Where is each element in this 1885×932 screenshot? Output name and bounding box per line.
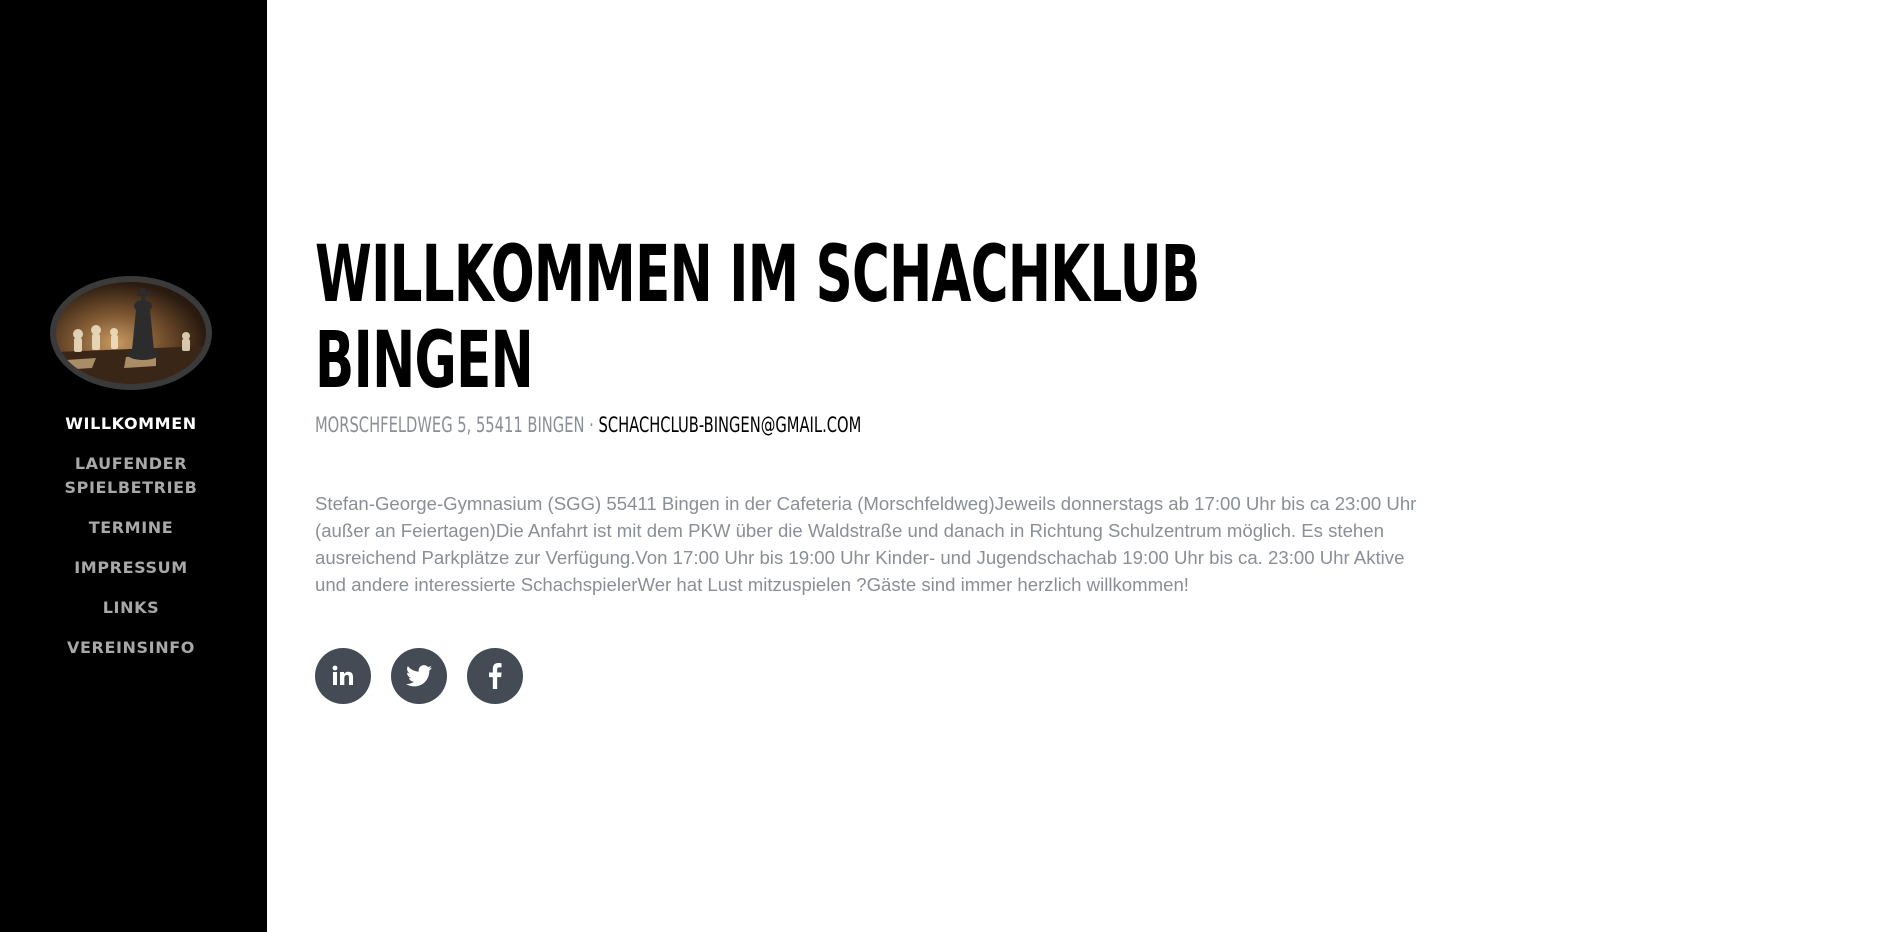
sidebar: WILLKOMMEN LAUFENDER SPIELBETRIEB TERMIN… <box>0 0 267 932</box>
nav-item-termine[interactable]: TERMINE <box>0 516 262 540</box>
linkedin-button[interactable] <box>315 648 371 704</box>
facebook-button[interactable] <box>467 648 523 704</box>
main-content: WILLKOMMEN IM SCHACHKLUB BINGEN MORSCHFE… <box>315 230 1455 704</box>
email-link[interactable]: SCHACHCLUB-BINGEN@GMAIL.COM <box>599 413 862 437</box>
facebook-icon <box>489 663 502 689</box>
twitter-button[interactable] <box>391 648 447 704</box>
nav-item-laufender-spielbetrieb[interactable]: LAUFENDER SPIELBETRIEB <box>0 452 262 500</box>
separator: · <box>584 413 599 437</box>
contact-line: MORSCHFELDWEG 5, 55411 BINGEN · SCHACHCL… <box>315 412 861 438</box>
nav-item-impressum[interactable]: IMPRESSUM <box>0 556 262 580</box>
nav-item-vereinsinfo[interactable]: VEREINSINFO <box>0 636 262 660</box>
page-title: WILLKOMMEN IM SCHACHKLUB BINGEN <box>315 230 1200 406</box>
twitter-icon <box>406 665 432 687</box>
nav-item-links[interactable]: LINKS <box>0 596 262 620</box>
address: MORSCHFELDWEG 5, 55411 BINGEN <box>315 413 585 437</box>
main-nav: WILLKOMMEN LAUFENDER SPIELBETRIEB TERMIN… <box>0 412 262 676</box>
nav-item-willkommen[interactable]: WILLKOMMEN <box>0 412 262 436</box>
linkedin-icon <box>332 665 353 685</box>
club-logo[interactable] <box>50 276 212 390</box>
social-links <box>315 648 523 704</box>
chess-pieces-icon <box>56 288 206 384</box>
description-text: Stefan-George-Gymnasium (SGG) 55411 Bing… <box>315 493 1417 595</box>
